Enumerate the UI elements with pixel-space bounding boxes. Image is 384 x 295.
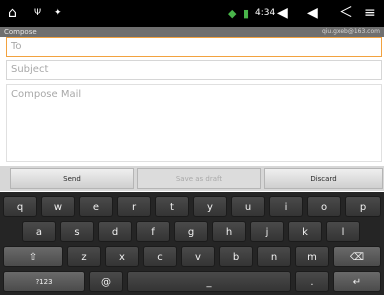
menu-icon[interactable]: ≡ bbox=[364, 0, 376, 27]
compose-body[interactable]: Compose Mail bbox=[6, 84, 382, 162]
space-key[interactable]: _ bbox=[127, 271, 291, 292]
status-bar: ⌂ Ψ ✦ ◆ ▮ 4:34 ◀ ◀ ＜ ≡ bbox=[0, 0, 384, 27]
to-placeholder: To bbox=[11, 41, 22, 52]
volume-down-icon[interactable]: ◀ bbox=[277, 0, 288, 27]
key-a[interactable]: a bbox=[22, 221, 56, 242]
key-r[interactable]: r bbox=[117, 196, 151, 217]
backspace-key[interactable]: ⌫ bbox=[333, 246, 381, 267]
key-t[interactable]: t bbox=[155, 196, 189, 217]
page-title: Compose bbox=[4, 28, 37, 36]
key-g[interactable]: g bbox=[174, 221, 208, 242]
symbols-key[interactable]: ?123 bbox=[3, 271, 85, 292]
status-time: 4:34 bbox=[255, 8, 276, 18]
title-bar: Compose qiu.gxeb@163.com bbox=[0, 27, 384, 37]
volume-up-icon[interactable]: ◀ bbox=[307, 0, 318, 27]
key-j[interactable]: j bbox=[250, 221, 284, 242]
subject-placeholder: Subject bbox=[11, 64, 49, 75]
save-draft-button[interactable]: Save as draft bbox=[137, 168, 261, 189]
key-w[interactable]: w bbox=[41, 196, 75, 217]
enter-key[interactable]: ↵ bbox=[333, 271, 381, 292]
key-s[interactable]: s bbox=[60, 221, 94, 242]
key-y[interactable]: y bbox=[193, 196, 227, 217]
key-b[interactable]: b bbox=[219, 246, 253, 267]
soft-keyboard: q w e r t y u i o p a s d f g h j k l ⇧ … bbox=[0, 192, 384, 295]
key-o[interactable]: o bbox=[307, 196, 341, 217]
key-z[interactable]: z bbox=[67, 246, 101, 267]
key-u[interactable]: u bbox=[231, 196, 265, 217]
key-p[interactable]: p bbox=[345, 196, 381, 217]
account-email: qiu.gxeb@163.com bbox=[321, 28, 380, 35]
usb-icon: Ψ bbox=[34, 8, 42, 18]
to-field[interactable]: To bbox=[6, 37, 382, 57]
key-i[interactable]: i bbox=[269, 196, 303, 217]
key-h[interactable]: h bbox=[212, 221, 246, 242]
key-x[interactable]: x bbox=[105, 246, 139, 267]
key-m[interactable]: m bbox=[295, 246, 329, 267]
compose-body-placeholder: Compose Mail bbox=[11, 89, 82, 100]
key-l[interactable]: l bbox=[326, 221, 360, 242]
compose-actions: Send Save as draft Discard bbox=[0, 166, 384, 191]
discard-button[interactable]: Discard bbox=[264, 168, 383, 189]
dot-key[interactable]: . bbox=[295, 271, 329, 292]
key-f[interactable]: f bbox=[136, 221, 170, 242]
key-n[interactable]: n bbox=[257, 246, 291, 267]
at-key[interactable]: @ bbox=[89, 271, 123, 292]
key-e[interactable]: e bbox=[79, 196, 113, 217]
key-v[interactable]: v bbox=[181, 246, 215, 267]
home-icon[interactable]: ⌂ bbox=[8, 0, 17, 27]
wifi-icon: ◆ bbox=[228, 7, 237, 20]
subject-field[interactable]: Subject bbox=[6, 60, 382, 80]
shift-key[interactable]: ⇧ bbox=[3, 246, 63, 267]
key-d[interactable]: d bbox=[98, 221, 132, 242]
key-c[interactable]: c bbox=[143, 246, 177, 267]
debug-icon: ✦ bbox=[54, 8, 62, 18]
battery-icon: ▮ bbox=[243, 7, 250, 20]
send-button[interactable]: Send bbox=[10, 168, 134, 189]
key-k[interactable]: k bbox=[288, 221, 322, 242]
back-icon[interactable]: ＜ bbox=[339, 0, 353, 27]
key-q[interactable]: q bbox=[3, 196, 37, 217]
